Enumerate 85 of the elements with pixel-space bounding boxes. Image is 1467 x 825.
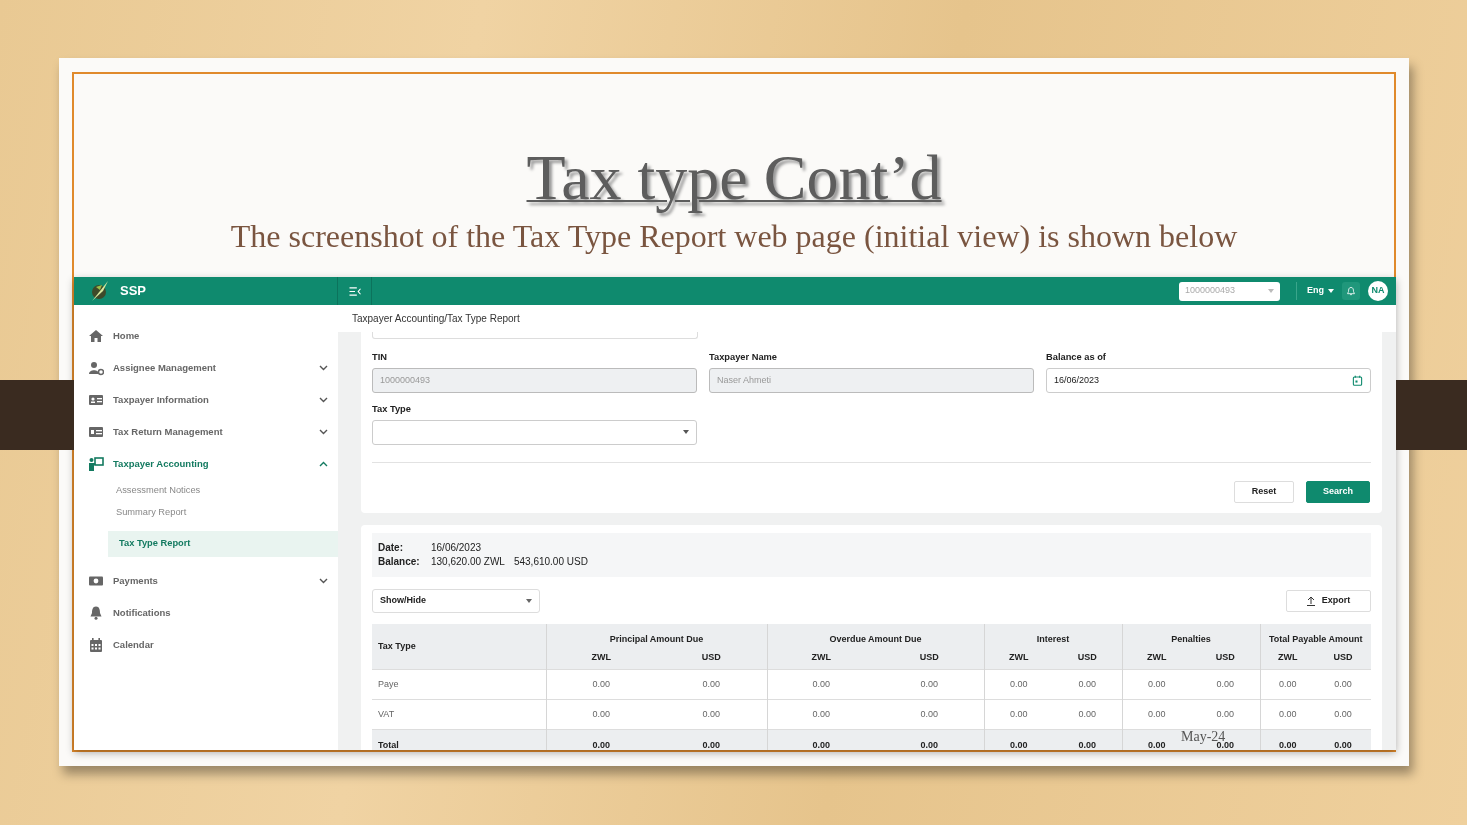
table-cell: 0.00 [656, 669, 767, 700]
menu-icon [347, 285, 362, 297]
breadcrumb-text: Taxpayer Accounting/Tax Type Report [338, 305, 1396, 332]
export-button[interactable]: Export [1286, 589, 1371, 612]
home-icon [88, 328, 104, 344]
column-header: ZWL [546, 646, 656, 670]
table-cell: 0.00 [1191, 669, 1260, 700]
column-group-header: Total Payable Amount [1260, 623, 1372, 647]
sidebar-item[interactable]: Assignee Management [74, 352, 338, 384]
table-cell: 0.00 [546, 729, 656, 750]
column-header: ZWL [767, 646, 875, 670]
user-gear-icon [88, 360, 104, 376]
table-cell: 0.00 [1260, 729, 1315, 750]
table-cell: 0.00 [984, 729, 1053, 750]
caret-icon [1328, 289, 1334, 293]
column-header: USD [656, 646, 767, 670]
slide-subtitle: The screenshot of the Tax Type Report web page (initial view) is shown below [230, 220, 1238, 252]
dollar-card-icon [88, 424, 104, 440]
sidebar-subitem[interactable]: Summary Report [74, 502, 338, 524]
table-cell: 0.00 [1053, 729, 1122, 750]
sidebar-item[interactable]: Home [74, 320, 338, 352]
language-select[interactable]: Eng [1307, 284, 1334, 298]
table-cell: 0.00 [1315, 729, 1372, 750]
column-group-header: Interest [984, 623, 1122, 647]
caret-icon [1268, 289, 1274, 293]
table-cell: 0.00 [984, 669, 1053, 700]
caret-icon [526, 598, 532, 603]
calendar-icon [1352, 374, 1363, 386]
field-label: Tax Type [372, 402, 412, 416]
column-group-header: Overdue Amount Due [767, 623, 984, 647]
column-header: USD [1053, 646, 1122, 670]
field-label: Taxpayer Name [709, 351, 779, 364]
table-cell: 0.00 [656, 729, 767, 750]
notifications-button[interactable] [1342, 282, 1360, 300]
sidebar-item[interactable]: Calendar [74, 629, 338, 661]
sidebar-subitem[interactable]: Tax Type Report [108, 531, 338, 557]
upload-icon [1306, 595, 1315, 606]
date-label: Date: [378, 540, 404, 555]
field-label: TIN [372, 351, 388, 364]
id-card-icon [88, 392, 104, 408]
column-header: USD [1315, 646, 1372, 670]
table-cell: 0.00 [1053, 669, 1122, 700]
search-button[interactable]: Search [1306, 480, 1370, 503]
table-cell: Total [372, 729, 546, 750]
column-header: ZWL [984, 646, 1053, 670]
balance-value: 543,610.00 USD [513, 555, 588, 567]
slide-band [1396, 380, 1467, 450]
sidebar-item[interactable]: Taxpayer Information [74, 384, 338, 416]
table-cell: Paye [372, 669, 546, 700]
table-cell: 0.00 [767, 729, 875, 750]
bell-icon [1346, 285, 1356, 297]
table-cell: 0.00 [1315, 669, 1372, 700]
date-field[interactable]: 16/06/2023 [1046, 367, 1371, 393]
table-cell: 0.00 [875, 669, 984, 700]
reset-button[interactable]: Reset [1234, 480, 1294, 503]
table-cell: 0.00 [1260, 669, 1315, 700]
column-header: ZWL [1122, 646, 1191, 670]
presenter-icon [88, 456, 104, 472]
bell-icon [88, 605, 104, 621]
table-cell: 0.00 [1122, 669, 1191, 700]
sidebar-item[interactable]: Taxpayer Accounting [74, 448, 338, 480]
brand-name: SSP [120, 282, 146, 301]
column-header: USD [1191, 646, 1260, 670]
select-field[interactable] [372, 419, 697, 445]
column-group-header: Principal Amount Due [546, 623, 767, 647]
column-header: Tax Type [372, 623, 546, 670]
calendar-icon [88, 637, 104, 653]
column-header: ZWL [1260, 646, 1315, 670]
sidebar-subitem[interactable]: Assessment Notices [74, 480, 338, 502]
field-label: Balance as of [1046, 351, 1107, 364]
sidebar-item[interactable]: Tax Return Management [74, 416, 338, 448]
column-header: USD [875, 646, 984, 670]
sidebar-item[interactable]: Payments [74, 565, 338, 597]
user-avatar[interactable]: NA [1368, 281, 1388, 301]
input-field[interactable] [372, 332, 698, 339]
column-group-header: Penalties [1122, 623, 1260, 647]
column-toggle-select[interactable]: Show/Hide [372, 588, 540, 613]
caret-icon [683, 430, 689, 435]
table-cell: 0.00 [875, 729, 984, 750]
balance-label: Balance: [378, 554, 421, 569]
table-cell: 0.00 [767, 669, 875, 700]
table-cell: 0.00 [546, 669, 656, 700]
sidebar-item[interactable]: Notifications [74, 597, 338, 629]
balance-value: 130,620.00 ZWL [431, 555, 505, 567]
date-value: 16/06/2023 [431, 541, 482, 553]
